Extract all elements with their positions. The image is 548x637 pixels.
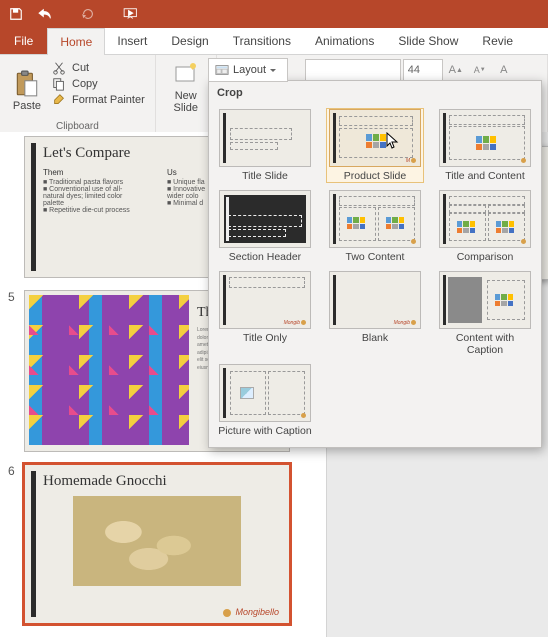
- quick-access-toolbar: [0, 0, 548, 28]
- tab-review[interactable]: Revie: [470, 28, 525, 54]
- start-slideshow-button[interactable]: [120, 2, 144, 26]
- new-slide-label: New Slide: [174, 90, 198, 114]
- layout-product-slide[interactable]: M Product Slide: [327, 109, 423, 182]
- layout-title-slide[interactable]: Title Slide: [217, 109, 313, 182]
- tab-file[interactable]: File: [0, 28, 47, 54]
- cut-label: Cut: [72, 62, 89, 74]
- undo-button[interactable]: [34, 2, 58, 26]
- copy-label: Copy: [72, 78, 98, 90]
- clear-format-button[interactable]: A: [493, 59, 515, 81]
- slide-number: 6: [8, 464, 18, 624]
- tab-animations[interactable]: Animations: [303, 28, 386, 54]
- clipboard-group-label: Clipboard: [0, 121, 155, 132]
- grow-font-button[interactable]: A▲: [445, 59, 467, 81]
- format-painter-button[interactable]: Format Painter: [48, 92, 149, 108]
- pasta-image: [29, 295, 189, 445]
- layout-comparison[interactable]: Comparison: [437, 190, 533, 263]
- tab-home[interactable]: Home: [47, 28, 105, 55]
- gnocchi-image: [73, 496, 241, 586]
- tab-slideshow[interactable]: Slide Show: [386, 28, 470, 54]
- brand-label: Mongibello: [223, 607, 279, 617]
- slide-number: 5: [8, 290, 18, 452]
- tab-transitions[interactable]: Transitions: [221, 28, 303, 54]
- format-painter-label: Format Painter: [72, 94, 145, 106]
- redo-button[interactable]: [76, 2, 100, 26]
- paste-label: Paste: [13, 100, 41, 112]
- cut-button[interactable]: Cut: [48, 60, 149, 76]
- layout-title-only[interactable]: Mongib Title Only: [217, 271, 313, 356]
- layout-dropdown[interactable]: Layout: [208, 58, 288, 82]
- layout-gallery: Crop Title Slide M Product Slide: [208, 80, 542, 448]
- layout-label: Layout: [233, 64, 266, 76]
- layout-content-caption[interactable]: Content with Caption: [437, 271, 533, 356]
- layout-title-content[interactable]: Title and Content: [437, 109, 533, 182]
- layout-picture-caption[interactable]: Picture with Caption: [217, 364, 313, 437]
- slide-title: Homemade Gnocchi: [43, 473, 289, 490]
- shrink-font-button[interactable]: A▼: [469, 59, 491, 81]
- paste-button[interactable]: Paste: [6, 58, 48, 120]
- slide-thumb-6[interactable]: Homemade Gnocchi Mongibello: [24, 464, 290, 624]
- font-size-combo[interactable]: 44: [403, 59, 443, 81]
- tab-insert[interactable]: Insert: [105, 28, 159, 54]
- layout-blank[interactable]: Mongib Blank: [327, 271, 423, 356]
- copy-button[interactable]: Copy: [48, 76, 149, 92]
- font-family-combo[interactable]: [305, 59, 401, 81]
- layout-two-content[interactable]: Two Content: [327, 190, 423, 263]
- new-slide-button[interactable]: New Slide: [162, 58, 210, 114]
- gallery-title: Crop: [209, 81, 541, 105]
- layout-section-header[interactable]: Section Header: [217, 190, 313, 263]
- tab-design[interactable]: Design: [159, 28, 220, 54]
- ribbon-tabs: File Home Insert Design Transitions Anim…: [0, 28, 548, 55]
- save-button[interactable]: [4, 2, 28, 26]
